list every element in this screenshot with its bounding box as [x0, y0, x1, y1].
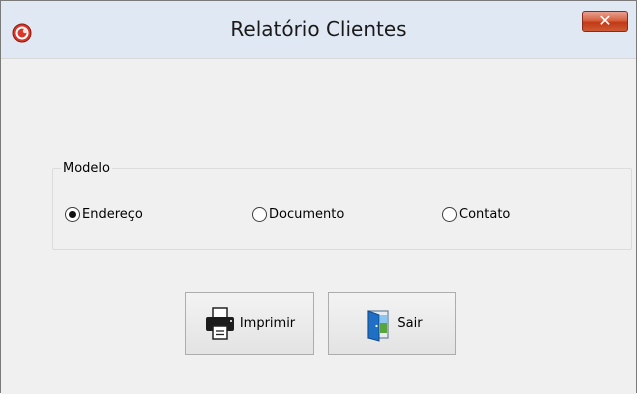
radio-contato-indicator[interactable]	[442, 206, 457, 222]
radio-contato-label[interactable]: Contato	[459, 207, 510, 222]
window-title: Relatório Clientes	[230, 17, 407, 41]
radio-documento-label[interactable]: Documento	[269, 207, 344, 222]
radio-endereco-label[interactable]: Endereço	[82, 207, 143, 222]
exit-button-label: Sair	[397, 316, 423, 331]
radio-documento[interactable]: Documento	[252, 204, 344, 224]
radio-endereco[interactable]: Endereço	[65, 204, 143, 224]
close-button[interactable]: ✕	[582, 11, 628, 32]
radio-endereco-indicator[interactable]	[65, 206, 80, 222]
close-icon: ✕	[598, 11, 612, 30]
exit-button[interactable]: Sair	[328, 292, 456, 355]
print-button[interactable]: Imprimir	[185, 292, 314, 355]
printer-icon	[205, 306, 234, 340]
dialog-body: Modelo Endereço Documento Contato Imprim…	[1, 59, 636, 394]
modelo-legend: Modelo	[63, 161, 110, 176]
radio-documento-indicator[interactable]	[252, 206, 267, 222]
dialog-window: Relatório Clientes ✕ Modelo Endereço Doc…	[0, 0, 637, 394]
print-button-label: Imprimir	[239, 316, 296, 331]
title-bar[interactable]: Relatório Clientes ✕	[1, 1, 636, 59]
radio-contato[interactable]: Contato	[442, 204, 510, 224]
exit-door-icon	[367, 309, 390, 342]
